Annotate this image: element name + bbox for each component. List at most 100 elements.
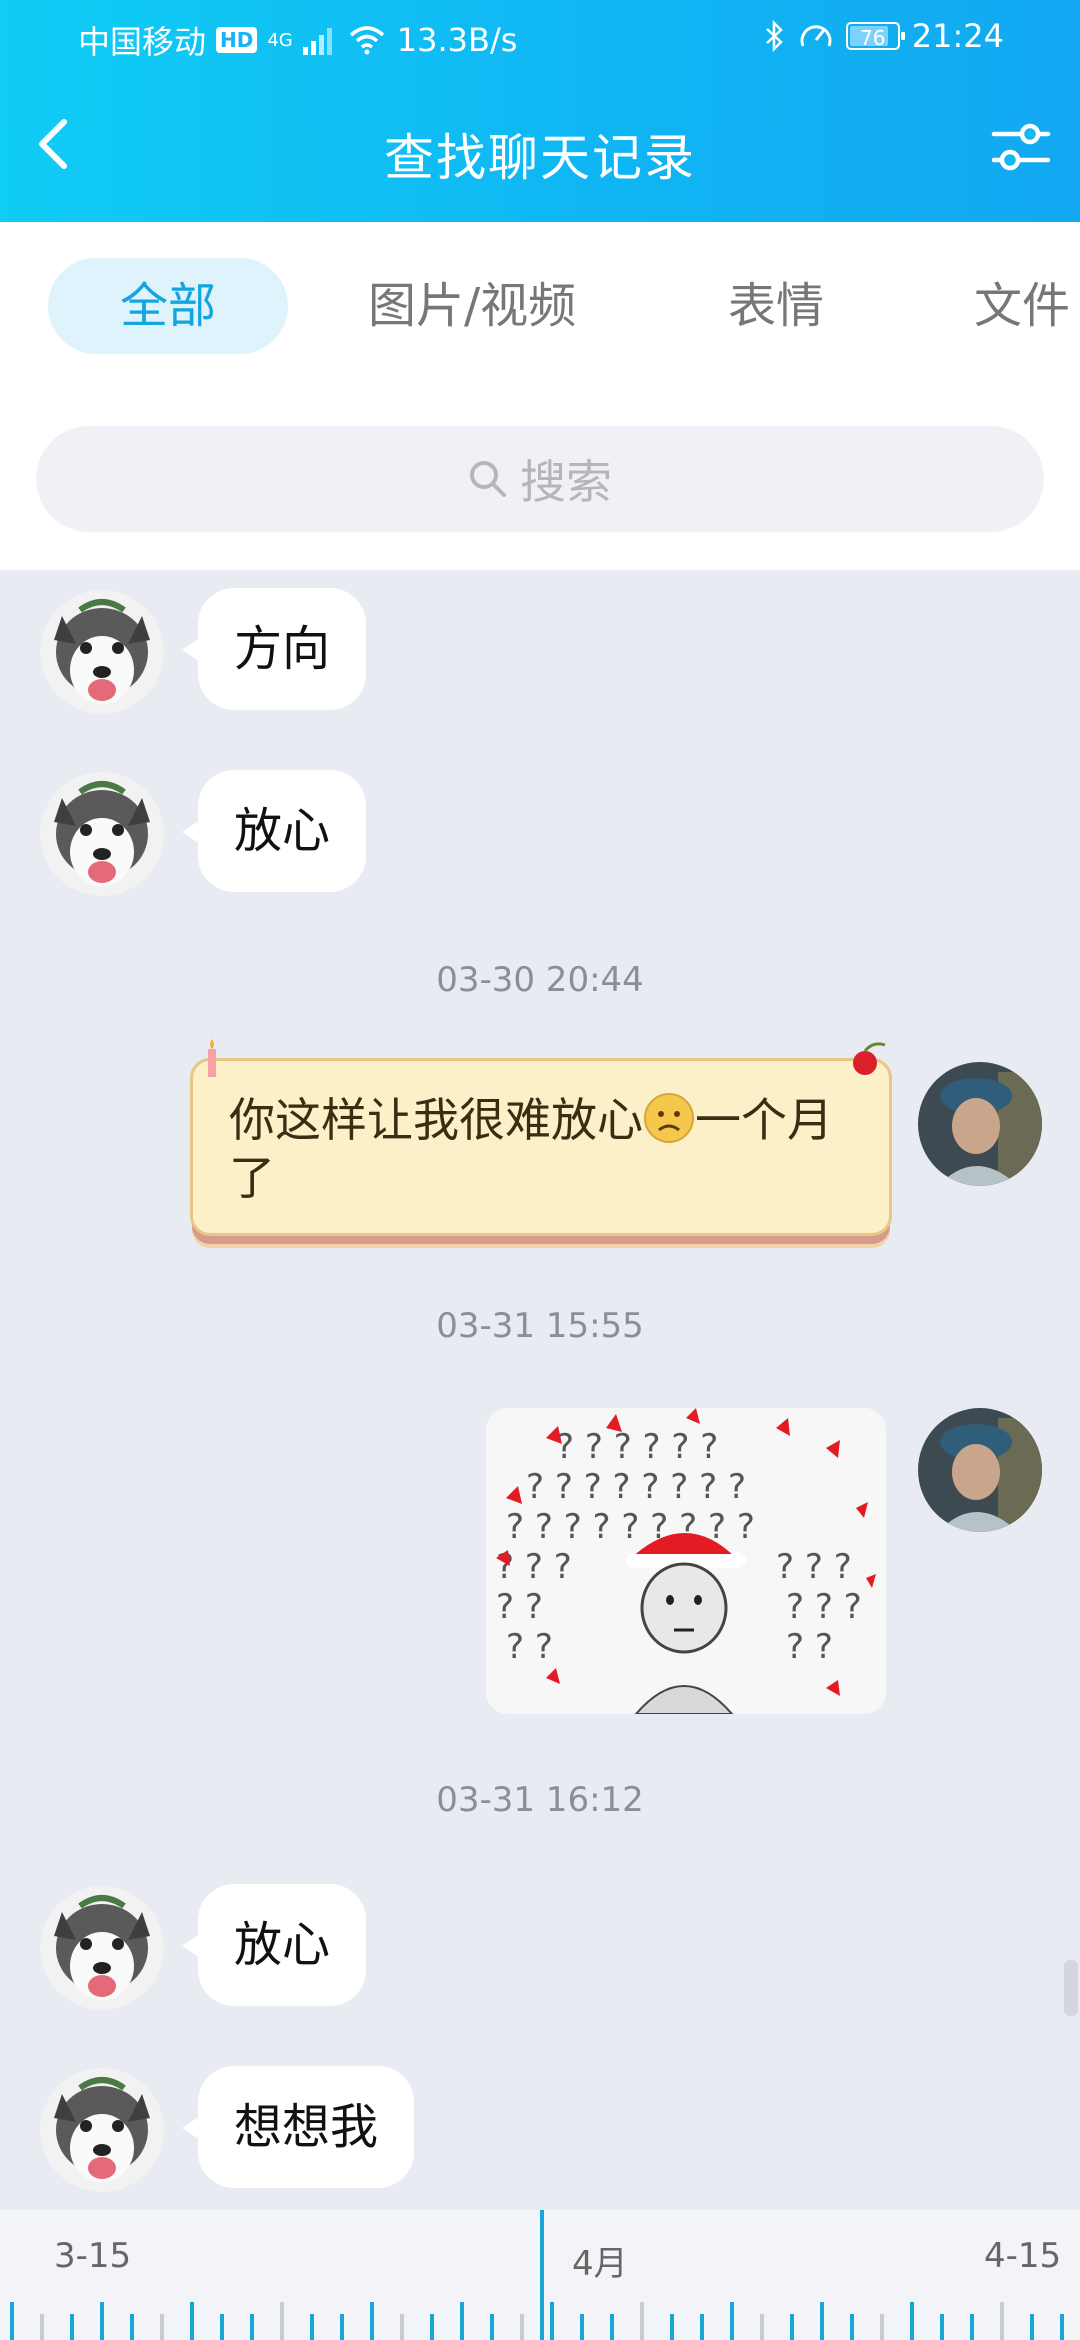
timeline-tick: [130, 2314, 134, 2340]
timeline-tick: [40, 2314, 44, 2340]
question-marks-santa-hat-sticker-icon: ? ? ? ? ? ? ? ? ? ? ? ? ? ? ? ? ? ? ? ? …: [486, 1408, 886, 1714]
wifi-icon: [349, 26, 384, 55]
timeline-tick: [250, 2314, 254, 2340]
timeline-tick: [550, 2302, 554, 2340]
title-bar: 查找聊天记录: [0, 100, 1080, 200]
message-text: 想想我: [234, 2099, 379, 2155]
timeline-tick: [610, 2314, 614, 2340]
timeline-tick: [520, 2314, 524, 2340]
battery-icon: 76: [845, 22, 905, 50]
timeline-tick: [670, 2314, 674, 2340]
date-timeline[interactable]: 3-15 4月 4-15: [0, 2210, 1080, 2340]
message-bubble[interactable]: 想想我: [181, 2066, 415, 2188]
tab-photos-videos[interactable]: 图片/视频: [368, 258, 576, 354]
search-placeholder: 搜索: [520, 455, 612, 509]
timeline-tick: [310, 2314, 314, 2340]
message-bubble[interactable]: 方向: [181, 588, 367, 710]
timeline-tick: [370, 2302, 374, 2340]
husky-dog-avatar-icon: [40, 1886, 164, 2010]
signal-icon: [302, 28, 332, 55]
candle-decoration-icon: [208, 1039, 216, 1077]
timeline-tick: [700, 2314, 704, 2340]
svg-text:? ? ?: ? ? ?: [776, 1547, 852, 1587]
bluetooth-icon: [765, 20, 783, 52]
carrier-name: 中国移动: [78, 23, 207, 61]
husky-dog-avatar-icon: [40, 2068, 164, 2192]
timeline-tick: [1000, 2302, 1004, 2340]
timeline-tick: [490, 2314, 494, 2340]
battery-level: 76: [860, 26, 886, 50]
svg-text:? ?: ? ?: [506, 1627, 553, 1667]
timeline-tick: [400, 2314, 404, 2340]
worried-face-emoji-icon: [644, 1093, 694, 1143]
contact-avatar[interactable]: [40, 2068, 164, 2192]
timeline-tick: [880, 2314, 884, 2340]
status-bar: 中国移动 HD 4G 13.3B/s 76 21:24: [0, 0, 1080, 72]
timeline-tick: [850, 2314, 854, 2340]
timeline-tick: [460, 2302, 464, 2340]
timeline-tick: [100, 2302, 104, 2340]
timeline-tick: [580, 2314, 584, 2340]
timeline-tick: [730, 2302, 734, 2340]
message-bubble-self[interactable]: 你这样让我很难放心 一个月了: [190, 1039, 892, 1236]
contact-avatar[interactable]: [40, 1886, 164, 2010]
status-right: 76 21:24: [764, 17, 1004, 55]
hd-badge: HD: [216, 27, 258, 53]
clock: 21:24: [911, 17, 1004, 55]
self-avatar[interactable]: [918, 1062, 1042, 1186]
contact-avatar[interactable]: [40, 772, 164, 896]
filter-panel: 全部 图片/视频 表情 文件 搜索: [0, 222, 1080, 570]
timeline-tick: [190, 2302, 194, 2340]
search-input[interactable]: 搜索: [36, 426, 1044, 532]
message-text: 方向: [234, 621, 331, 677]
timeline-start-label: 3-15: [54, 2236, 132, 2276]
timeline-tick: [940, 2314, 944, 2340]
svg-text:? ? ? ? ? ?: ? ? ? ? ? ?: [556, 1427, 718, 1467]
timeline-tick: [820, 2302, 824, 2340]
tab-stickers[interactable]: 表情: [728, 258, 824, 354]
timestamp: 03-30 20:44: [436, 960, 644, 1000]
timeline-tick: [1030, 2314, 1034, 2340]
timeline-ticks: [10, 2302, 1064, 2340]
self-avatar[interactable]: [918, 1408, 1042, 1532]
search-icon: [470, 461, 506, 497]
timeline-tick: [160, 2314, 164, 2340]
svg-text:? ? ? ? ? ? ? ?: ? ? ? ? ? ? ? ?: [526, 1467, 746, 1507]
scrollbar-thumb[interactable]: [1064, 1960, 1078, 2016]
svg-text:? ?: ? ?: [496, 1587, 543, 1627]
app-header: 中国移动 HD 4G 13.3B/s 76 21:24 查找聊天记录: [0, 0, 1080, 222]
svg-text:? ?: ? ?: [786, 1627, 833, 1667]
timeline-tick: [340, 2314, 344, 2340]
timeline-tick: [430, 2314, 434, 2340]
timeline-tick: [640, 2302, 644, 2340]
tab-all[interactable]: 全部: [48, 258, 288, 354]
elderly-man-avatar-icon: [918, 1062, 1042, 1186]
timeline-tick: [910, 2302, 914, 2340]
contact-avatar[interactable]: [40, 590, 164, 714]
page-title: 查找聊天记录: [384, 129, 696, 187]
svg-text:? ? ?: ? ? ?: [786, 1587, 862, 1627]
network-type: 4G: [267, 29, 293, 51]
message-bubble[interactable]: 放心: [181, 1884, 367, 2006]
message-bubble[interactable]: 放心: [181, 770, 367, 892]
timeline-tick: [10, 2302, 14, 2340]
svg-text:? ? ? ? ? ? ? ? ?: ? ? ? ? ? ? ? ? ?: [506, 1507, 755, 1547]
timeline-tick: [70, 2314, 74, 2340]
timestamp: 03-31 15:55: [436, 1306, 644, 1346]
timeline-tick: [220, 2314, 224, 2340]
tab-files[interactable]: 文件: [974, 258, 1070, 354]
message-text: 放心: [234, 1917, 331, 1973]
timeline-mid-label: 4月: [572, 2244, 628, 2284]
cherry-decoration-icon: [853, 1042, 886, 1075]
network-speed: 13.3B/s: [396, 21, 518, 59]
status-left: 中国移动 HD 4G 13.3B/s: [78, 17, 517, 63]
message-list[interactable]: 方向 放心 03-30 20:44 你这样让我很难放心 一个月了 03-31 1…: [0, 570, 1080, 2210]
timeline-end-label: 4-15: [984, 2236, 1062, 2276]
husky-dog-avatar-icon: [40, 590, 164, 714]
timeline-tick: [970, 2314, 974, 2340]
timeline-tick: [790, 2314, 794, 2340]
message-text: 你这样让我很难放心: [229, 1093, 643, 1147]
sticker-message[interactable]: ? ? ? ? ? ? ? ? ? ? ? ? ? ? ? ? ? ? ? ? …: [486, 1408, 886, 1714]
message-text: 放心: [234, 803, 331, 859]
filter-button[interactable]: [990, 116, 1052, 178]
